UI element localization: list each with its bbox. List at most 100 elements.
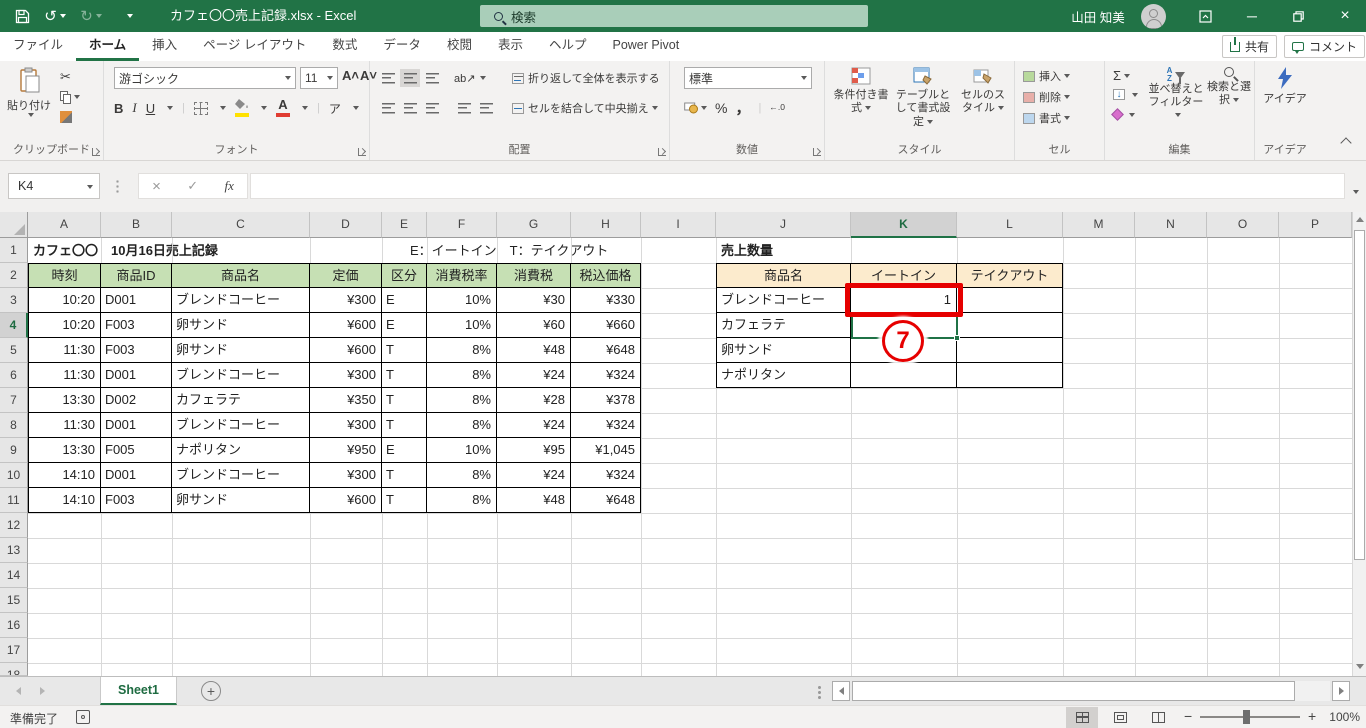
vertical-scrollbar[interactable] xyxy=(1352,212,1366,676)
cell-A4[interactable]: 10:20 xyxy=(28,313,101,338)
comma-style-icon[interactable]: ， xyxy=(735,97,750,118)
view-page-break-icon[interactable] xyxy=(1142,707,1174,728)
redo-button[interactable]: ↻ xyxy=(76,0,106,32)
cell-A9[interactable]: 13:30 xyxy=(28,438,101,463)
font-dialog-launcher[interactable] xyxy=(358,148,366,156)
zoom-level[interactable]: 100% xyxy=(1326,710,1360,724)
cell-E9[interactable]: E xyxy=(382,438,427,463)
insert-cells-button[interactable]: 挿入 xyxy=(1023,68,1070,84)
column-header-I[interactable]: I xyxy=(641,212,716,238)
horizontal-scrollbar[interactable] xyxy=(852,681,1330,701)
cell-G9[interactable]: ¥95 xyxy=(497,438,571,463)
cell-F4[interactable]: 10% xyxy=(427,313,497,338)
cell-H9[interactable]: ¥1,045 xyxy=(571,438,641,463)
cell-A10[interactable]: 14:10 xyxy=(28,463,101,488)
undo-button[interactable]: ↺ xyxy=(40,0,70,32)
search-input[interactable]: 検索 xyxy=(480,5,868,27)
scroll-down-icon[interactable] xyxy=(1356,664,1364,669)
namebox-splitter[interactable] xyxy=(116,179,119,193)
column-header-P[interactable]: P xyxy=(1279,212,1352,238)
row-header-4[interactable]: 4 xyxy=(0,313,28,338)
format-painter-button[interactable] xyxy=(60,107,100,127)
tab-view[interactable]: 表示 xyxy=(485,32,536,61)
bold-button[interactable]: B xyxy=(114,101,123,116)
cell-J3[interactable]: ブレンドコーヒー xyxy=(716,288,851,313)
cell-H3[interactable]: ¥330 xyxy=(571,288,641,313)
expand-formula-bar-icon[interactable] xyxy=(1350,183,1359,198)
cell-G10[interactable]: ¥24 xyxy=(497,463,571,488)
cell-B5[interactable]: F003 xyxy=(101,338,172,363)
accessibility-icon[interactable] xyxy=(76,710,90,724)
restore-button[interactable] xyxy=(1278,0,1318,32)
tab-page-layout[interactable]: ページ レイアウト xyxy=(190,32,319,61)
fill-color-button[interactable] xyxy=(234,99,249,117)
cell-E1-legend[interactable]: E：イートイン T：テイクアウト xyxy=(410,238,608,263)
formula-input[interactable] xyxy=(250,173,1345,199)
cell-F3[interactable]: 10% xyxy=(427,288,497,313)
column-header-D[interactable]: D xyxy=(310,212,382,238)
cell-B11[interactable]: F003 xyxy=(101,488,172,513)
merge-center-button[interactable]: セルを結合して中央揃え xyxy=(512,100,658,116)
cell-H8[interactable]: ¥324 xyxy=(571,413,641,438)
cell-E11[interactable]: T xyxy=(382,488,427,513)
cell-F7[interactable]: 8% xyxy=(427,388,497,413)
prev-sheet-icon[interactable] xyxy=(16,687,21,695)
cell-G8[interactable]: ¥24 xyxy=(497,413,571,438)
cell-B9[interactable]: F005 xyxy=(101,438,172,463)
cell-L2[interactable]: テイクアウト xyxy=(957,263,1063,288)
cell-H10[interactable]: ¥324 xyxy=(571,463,641,488)
row-header-16[interactable]: 16 xyxy=(0,613,28,638)
tab-insert[interactable]: 挿入 xyxy=(139,32,190,61)
cell-E4[interactable]: E xyxy=(382,313,427,338)
align-middle-icon[interactable] xyxy=(400,69,420,87)
cell-A7[interactable]: 13:30 xyxy=(28,388,101,413)
paste-button[interactable]: 貼り付け xyxy=(5,67,53,137)
next-sheet-icon[interactable] xyxy=(40,687,45,695)
row-header-8[interactable]: 8 xyxy=(0,413,28,438)
tab-help[interactable]: ヘルプ xyxy=(536,32,600,61)
row-header-17[interactable]: 17 xyxy=(0,638,28,663)
ribbon-display-options-icon[interactable] xyxy=(1190,0,1220,32)
cell-B3[interactable]: D001 xyxy=(101,288,172,313)
cell-C5[interactable]: 卵サンド xyxy=(172,338,310,363)
cell-C2[interactable]: 商品名 xyxy=(172,263,310,288)
format-as-table-button[interactable]: テーブルとして書式設定 xyxy=(893,67,953,129)
cell-J1-summary-title[interactable]: 売上数量 xyxy=(721,238,773,263)
cell-F2[interactable]: 消費税率 xyxy=(427,263,497,288)
row-header-12[interactable]: 12 xyxy=(0,513,28,538)
number-format-select[interactable]: 標準 xyxy=(684,67,812,89)
view-normal-icon[interactable] xyxy=(1066,707,1098,728)
font-size-select[interactable]: 11 xyxy=(300,67,338,89)
number-dialog-launcher[interactable] xyxy=(813,148,821,156)
zoom-out-icon[interactable]: − xyxy=(1184,708,1192,724)
cell-D10[interactable]: ¥300 xyxy=(310,463,382,488)
comment-button[interactable]: コメント xyxy=(1284,35,1366,58)
align-right-icon[interactable] xyxy=(422,99,442,117)
row-header-1[interactable]: 1 xyxy=(0,238,28,263)
collapse-ribbon-icon[interactable] xyxy=(1340,137,1354,149)
increase-indent-icon[interactable] xyxy=(476,99,496,117)
sheet-tab-sheet1[interactable]: Sheet1 xyxy=(100,677,177,705)
cut-button[interactable]: ✂ xyxy=(60,67,100,87)
row-header-9[interactable]: 9 xyxy=(0,438,28,463)
cell-F6[interactable]: 8% xyxy=(427,363,497,388)
tab-home[interactable]: ホーム xyxy=(76,32,140,61)
align-top-icon[interactable] xyxy=(378,69,398,87)
find-select-button[interactable]: 検索と選択 xyxy=(1207,67,1251,108)
name-box[interactable]: K4 xyxy=(8,173,100,199)
font-name-select[interactable]: 游ゴシック xyxy=(114,67,296,89)
autosum-button[interactable]: Σ xyxy=(1113,68,1131,83)
cell-styles-button[interactable]: セルのスタイル xyxy=(957,67,1009,116)
cell-B4[interactable]: F003 xyxy=(101,313,172,338)
hscroll-right-icon[interactable] xyxy=(1332,681,1350,701)
row-header-15[interactable]: 15 xyxy=(0,588,28,613)
row-header-14[interactable]: 14 xyxy=(0,563,28,588)
cell-F5[interactable]: 8% xyxy=(427,338,497,363)
cell-D6[interactable]: ¥300 xyxy=(310,363,382,388)
column-header-J[interactable]: J xyxy=(716,212,851,238)
cell-H6[interactable]: ¥324 xyxy=(571,363,641,388)
minimize-button[interactable]: ─ xyxy=(1232,0,1272,32)
cell-K6[interactable] xyxy=(851,363,957,388)
row-header-5[interactable]: 5 xyxy=(0,338,28,363)
sort-filter-button[interactable]: AZ 並べ替えとフィルター xyxy=(1147,67,1205,123)
